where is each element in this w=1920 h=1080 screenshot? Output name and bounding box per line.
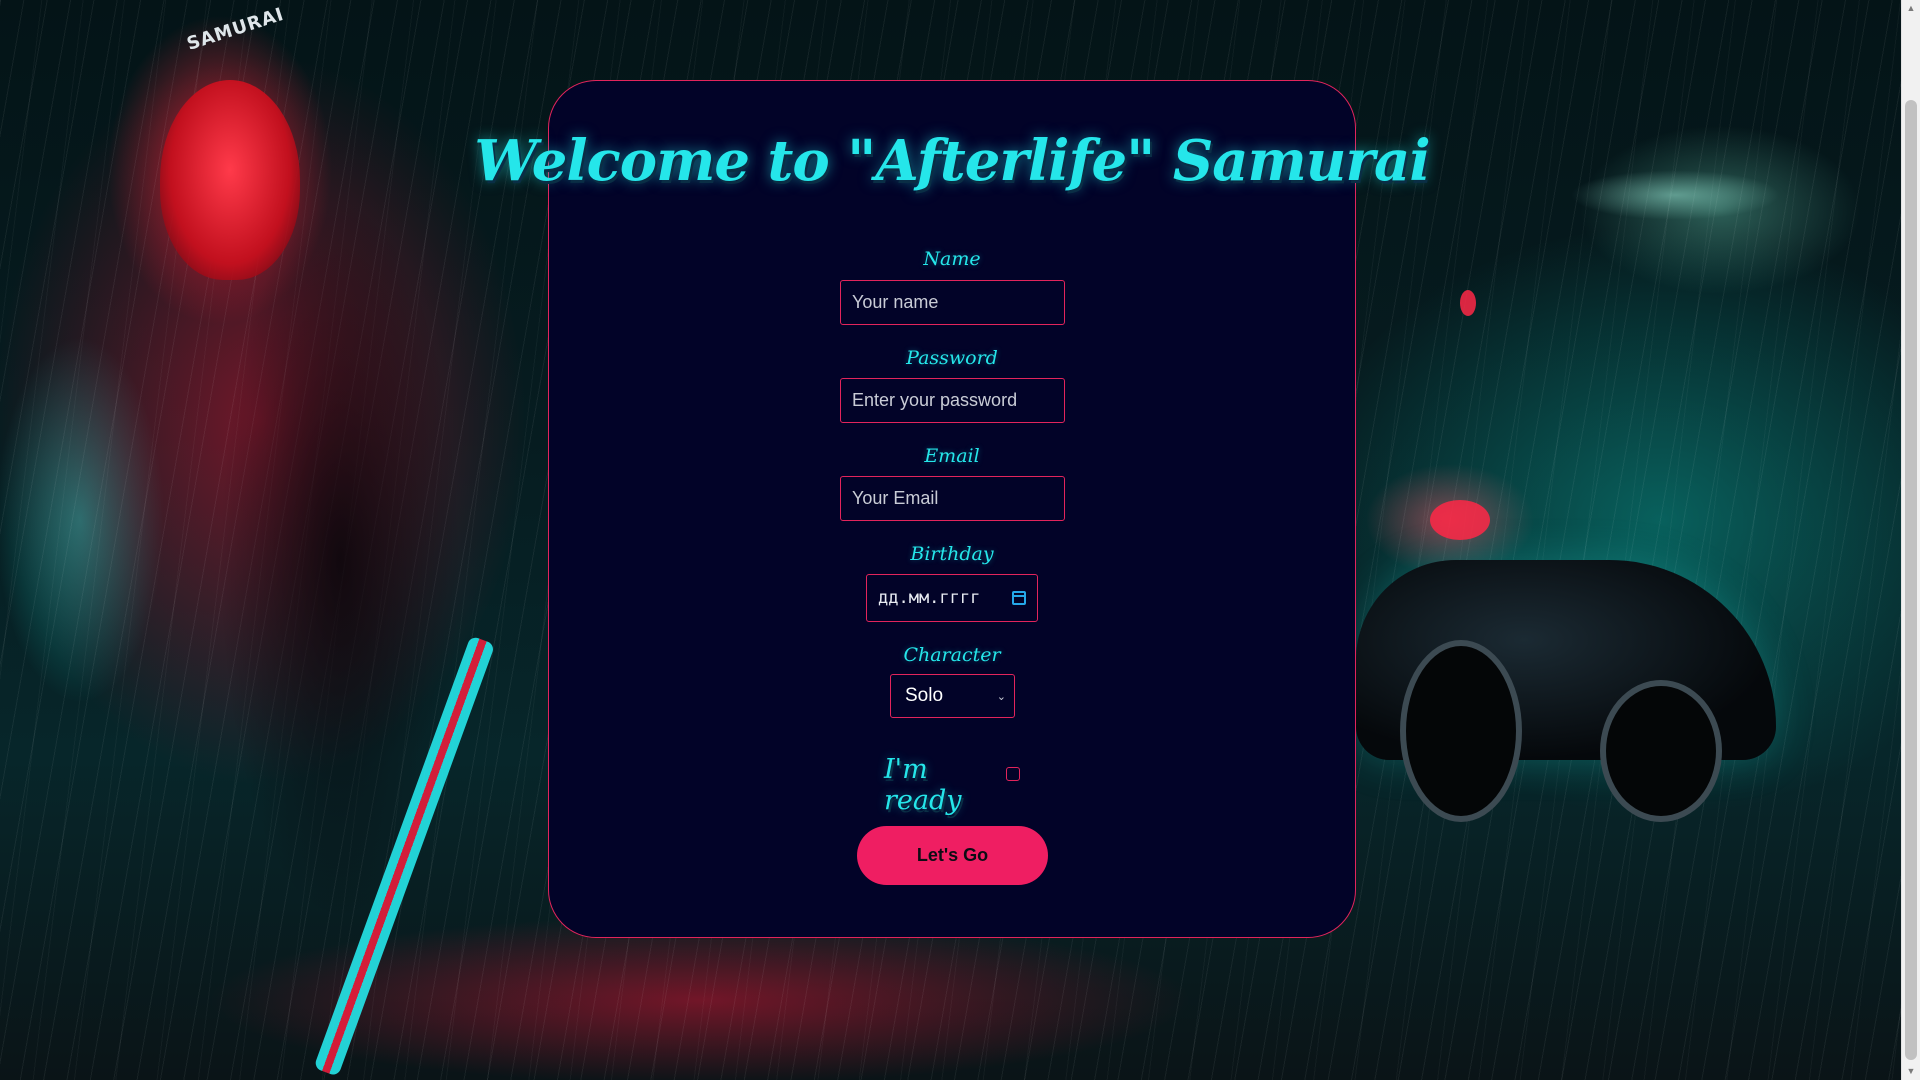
birthday-date-input[interactable]: дд.мм.гггг: [866, 574, 1038, 622]
car-wheel: [1400, 640, 1522, 822]
name-input[interactable]: [840, 280, 1065, 325]
scroll-down-icon[interactable]: ▼: [1906, 1066, 1916, 1076]
scroll-up-icon[interactable]: ▲: [1906, 3, 1916, 13]
birthday-label: Birthday: [910, 543, 994, 565]
email-label: Email: [924, 445, 980, 467]
character-selected-value: Solo: [905, 685, 944, 706]
chevron-down-icon: ⌄: [996, 690, 1006, 703]
password-input[interactable]: [840, 378, 1065, 423]
scroll-thumb[interactable]: [1905, 100, 1917, 1060]
ready-label: I'm ready: [884, 754, 962, 816]
lets-go-button[interactable]: Let's Go: [857, 826, 1048, 885]
vertical-scrollbar[interactable]: ▲ ▼: [1901, 0, 1920, 1080]
car-wheel: [1600, 680, 1722, 822]
calendar-icon[interactable]: [1012, 591, 1026, 605]
background-scene: SAMURAI Welcome to "Afterlife" Samurai N…: [0, 0, 1901, 1080]
email-input[interactable]: [840, 476, 1065, 521]
character-label: Character: [903, 644, 1001, 666]
name-label: Name: [923, 248, 981, 270]
page-title: Welcome to "Afterlife" Samurai: [474, 128, 1430, 194]
neon-sign: [1430, 500, 1490, 540]
character-select[interactable]: Solo ⌄: [890, 674, 1015, 718]
password-label: Password: [906, 347, 998, 369]
ready-checkbox[interactable]: [1006, 767, 1020, 781]
birthday-date-placeholder: дд.мм.гггг: [878, 588, 981, 608]
neon-sign: [1460, 290, 1476, 316]
